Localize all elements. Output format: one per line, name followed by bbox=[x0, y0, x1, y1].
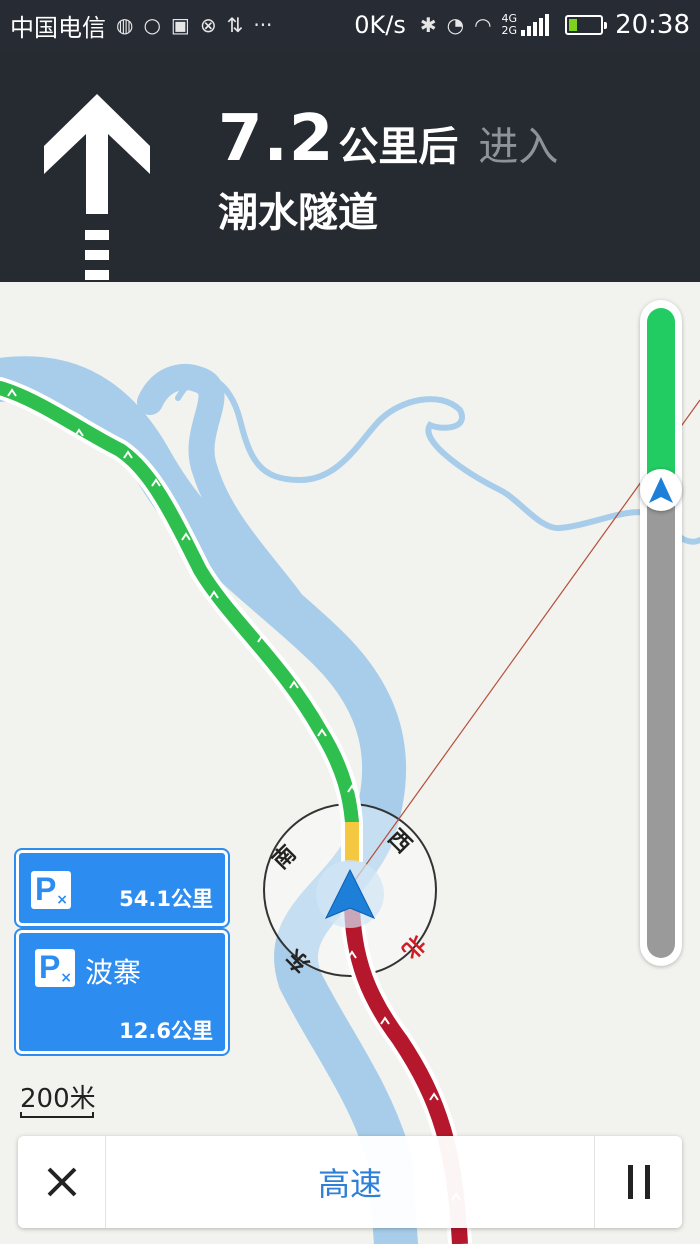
distance-unit: 公里后 bbox=[338, 124, 459, 170]
map-scale: 200米 bbox=[20, 1078, 96, 1118]
pause-icon bbox=[627, 1165, 633, 1199]
progress-position-marker bbox=[640, 469, 682, 511]
status-bar: 中国电信 ◍ ○ ▣ ⊗ ⇅ ··· 0K/s ✱ ◔ ◠ 4G 2G 20:3… bbox=[0, 0, 700, 50]
sim-icon: ▣ bbox=[170, 13, 190, 37]
vehicle-position-icon bbox=[649, 477, 673, 503]
scale-bar bbox=[20, 1112, 94, 1118]
distance-value: 7.2 bbox=[218, 102, 335, 176]
navigation-banner: 7.2 公里后 进入 潮水隧道 bbox=[0, 50, 700, 282]
carrier-name: 中国电信 bbox=[10, 13, 106, 42]
wifi-icon: ◠ bbox=[474, 13, 492, 37]
signal-icon bbox=[521, 14, 550, 36]
route-progress-bar bbox=[640, 300, 682, 966]
parking-icon: P × bbox=[35, 949, 75, 987]
map-view[interactable]: 南 西 北 东 bbox=[0, 282, 700, 1244]
next-road-name: 潮水隧道 bbox=[218, 190, 378, 236]
exit-navigation-button[interactable] bbox=[18, 1136, 106, 1228]
stream bbox=[175, 374, 700, 545]
message-icon: ○ bbox=[143, 13, 161, 37]
parking-distance: 12.6公里 bbox=[119, 1019, 213, 1043]
parking-card[interactable]: P × 54.1公里 bbox=[16, 850, 228, 926]
network-type: 4G 2G bbox=[501, 12, 518, 37]
weather-icon: ◍ bbox=[116, 13, 134, 37]
alarm-icon: ◔ bbox=[446, 13, 465, 37]
pause-button[interactable] bbox=[594, 1136, 682, 1228]
close-icon bbox=[47, 1167, 76, 1197]
sync-icon: ⊗ bbox=[199, 13, 217, 37]
progress-completed bbox=[647, 308, 675, 490]
straight-arrow-icon bbox=[44, 94, 150, 280]
map-canvas bbox=[0, 356, 700, 1244]
route-preference-button[interactable]: 高速 bbox=[106, 1159, 594, 1205]
clock: 20:38 bbox=[615, 10, 690, 40]
bluetooth-icon: ✱ bbox=[419, 13, 437, 37]
parking-name: 波寨 bbox=[85, 956, 142, 989]
turn-action: 进入 bbox=[478, 124, 559, 170]
scale-label: 200米 bbox=[20, 1084, 96, 1114]
data-icon: ⇅ bbox=[226, 13, 244, 37]
progress-remaining bbox=[647, 490, 675, 958]
parking-card[interactable]: P × 波寨 12.6公里 bbox=[16, 930, 228, 1054]
bottom-control-bar: 高速 bbox=[18, 1136, 682, 1228]
more-icon: ··· bbox=[253, 13, 273, 37]
battery-icon bbox=[565, 15, 608, 35]
net-speed: 0K/s bbox=[354, 11, 406, 39]
parking-distance: 54.1公里 bbox=[119, 887, 213, 911]
parking-icon: P × bbox=[31, 871, 71, 909]
